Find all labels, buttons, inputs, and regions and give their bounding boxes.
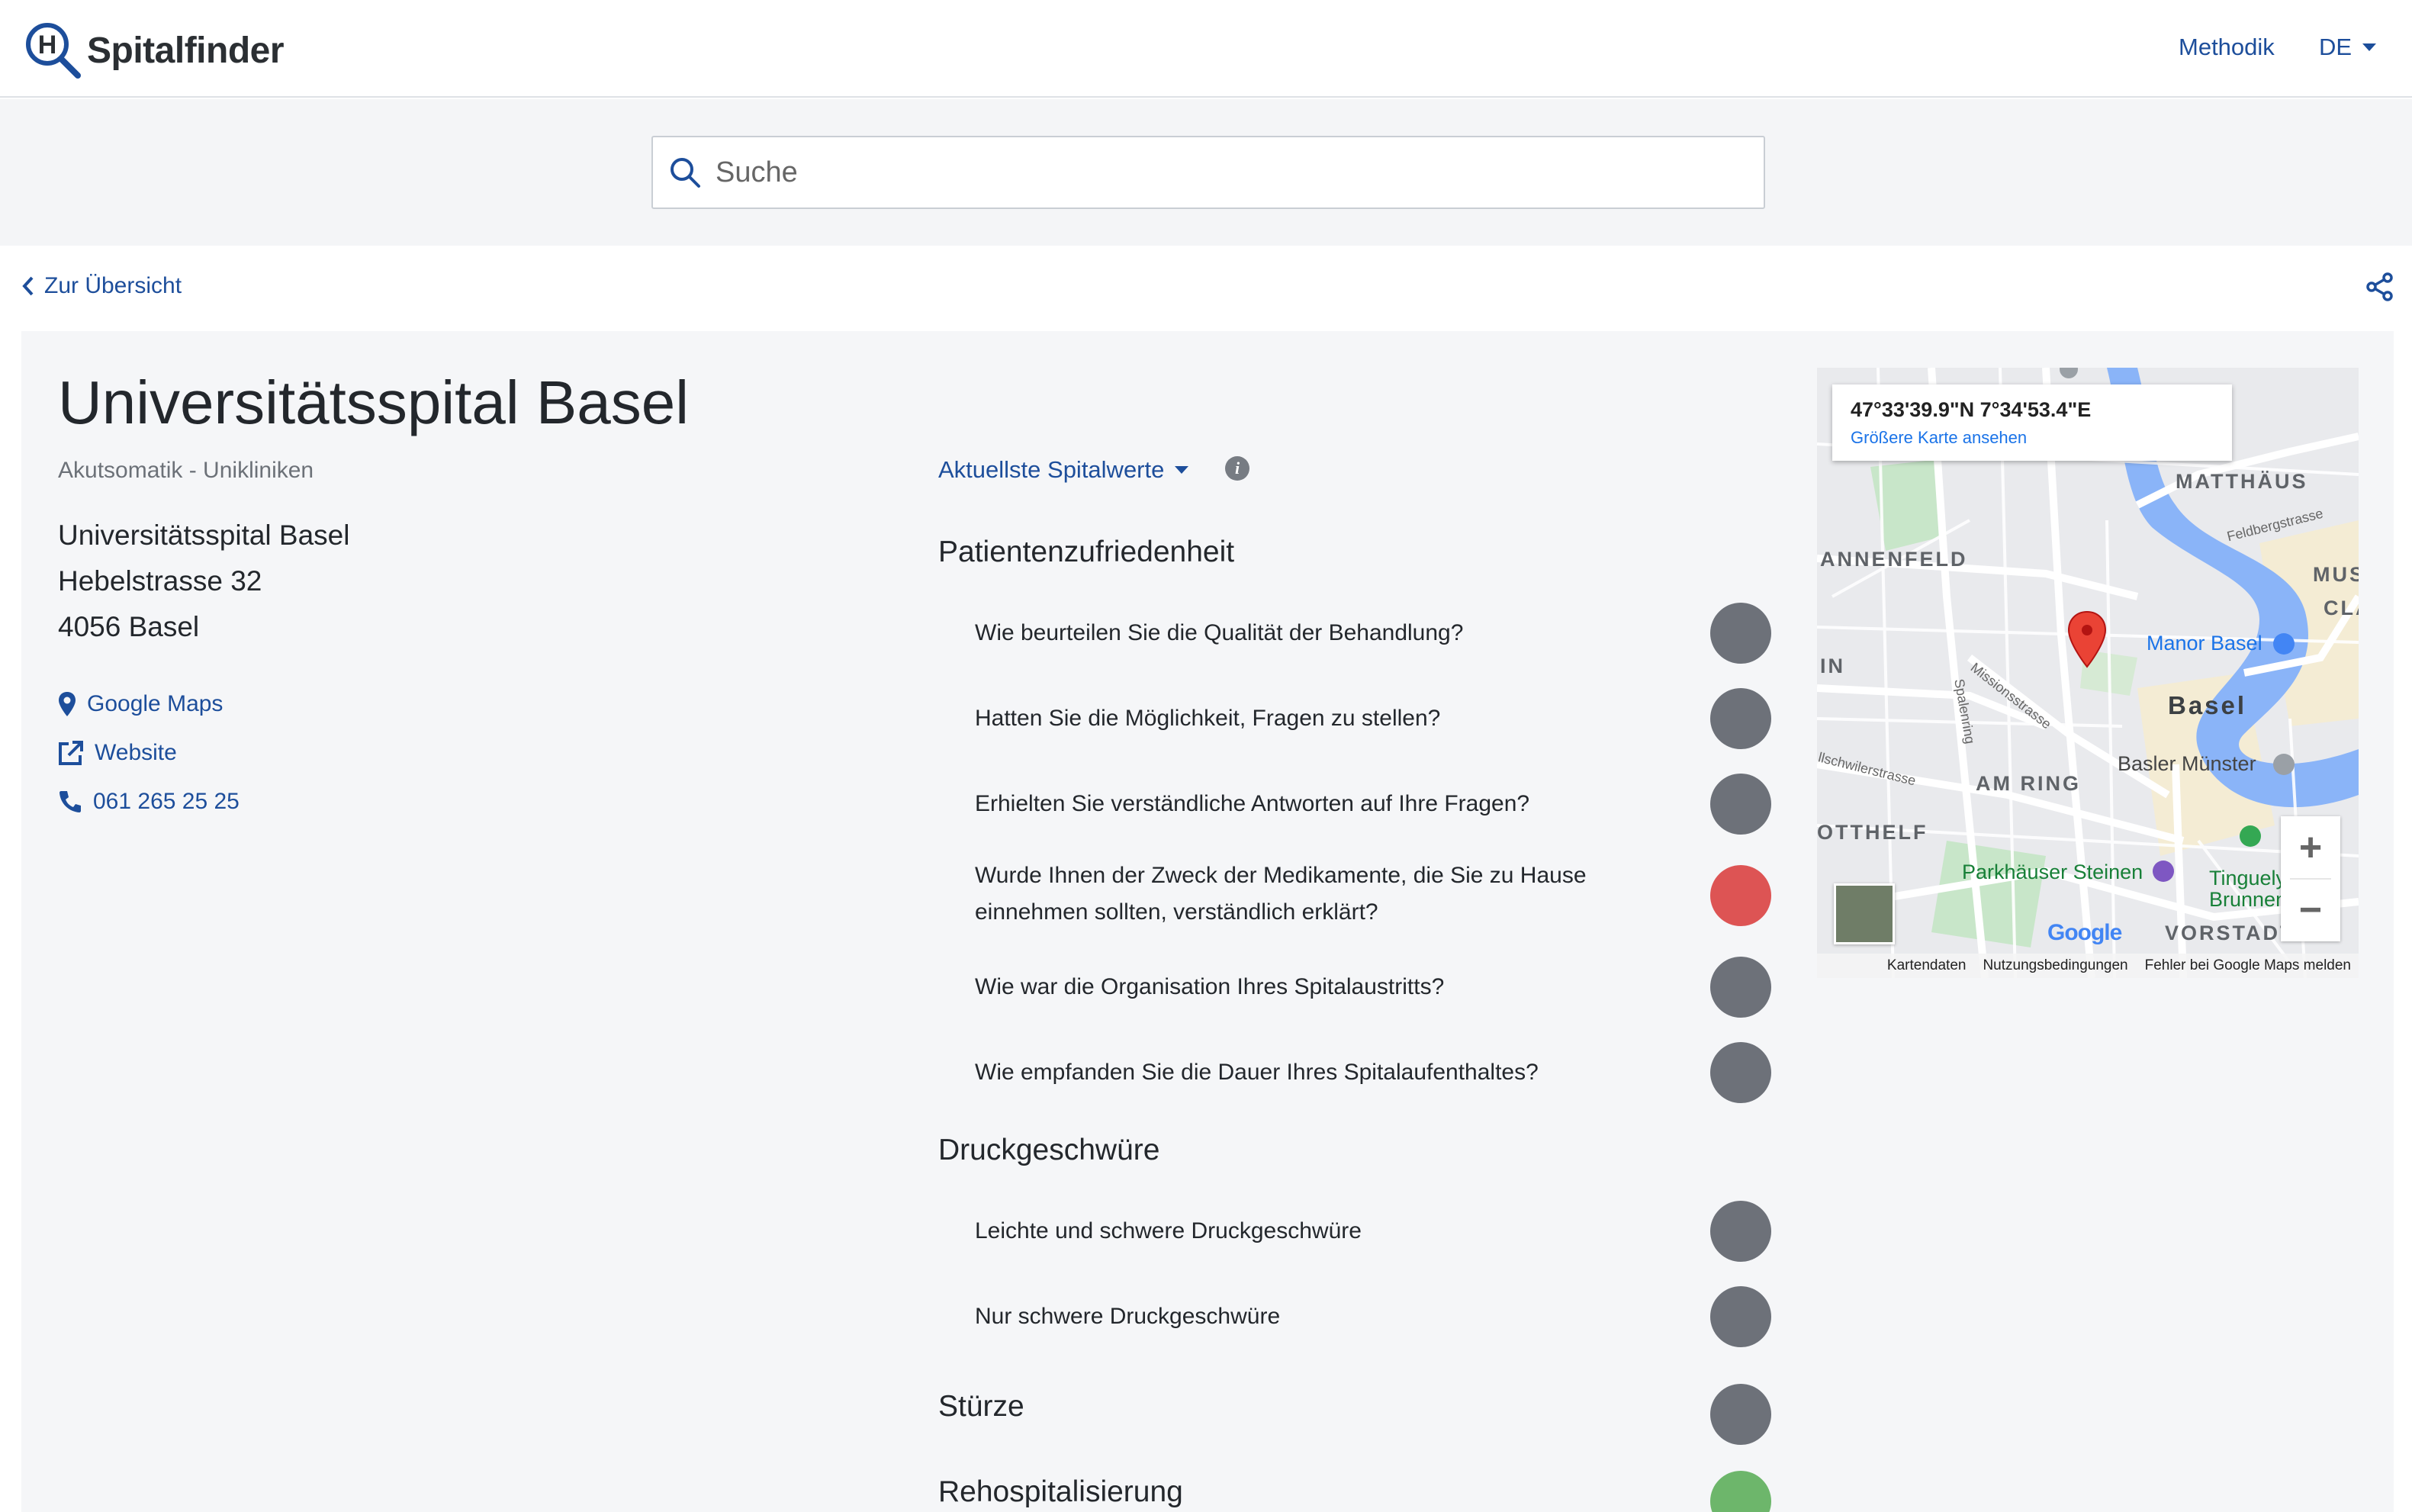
top-header: H Spitalfinder Methodik DE xyxy=(0,0,2412,98)
hospital-search-logo-icon: H xyxy=(21,20,82,81)
address-line: 4056 Basel xyxy=(58,611,200,642)
google-maps-link[interactable]: Google Maps xyxy=(58,691,223,717)
map-info-card: 47°33'39.9"N 7°34'53.4"E Größere Karte a… xyxy=(1832,384,2232,461)
status-dot-red xyxy=(1710,865,1771,926)
status-dot-grey xyxy=(1710,774,1771,835)
status-dot-grey xyxy=(1710,1042,1771,1103)
map-city-label: Basel xyxy=(2168,691,2247,719)
external-link-icon xyxy=(59,741,83,765)
metric-label: Wie empfanden Sie die Dauer Ihres Spital… xyxy=(975,1060,1539,1085)
search-band xyxy=(0,99,2412,246)
back-link-label: Zur Übersicht xyxy=(44,273,182,298)
phone-number: 061 265 25 25 xyxy=(93,789,240,814)
status-dot-grey xyxy=(1710,957,1771,1018)
website-label: Website xyxy=(95,740,177,765)
page-title: Universitätsspital Basel xyxy=(58,368,689,436)
status-dot-grey xyxy=(1710,1286,1771,1347)
metric-label: Erhielten Sie verständliche Antworten au… xyxy=(975,791,1530,816)
website-link[interactable]: Website xyxy=(58,740,177,766)
search-box[interactable] xyxy=(651,136,1765,209)
info-icon[interactable]: i xyxy=(1225,456,1249,481)
phone-icon xyxy=(59,791,81,812)
zoom-in-button[interactable]: + xyxy=(2281,816,2340,879)
map-coordinates: 47°33'39.9"N 7°34'53.4"E xyxy=(1851,398,2092,421)
google-maps-label: Google Maps xyxy=(87,691,224,716)
back-to-overview-link[interactable]: Zur Übersicht xyxy=(21,273,182,299)
embedded-map[interactable]: 47°33'39.9"N 7°34'53.4"E Größere Karte a… xyxy=(1817,368,2359,978)
status-dot-green xyxy=(1710,1471,1771,1512)
zoom-divider xyxy=(2290,878,2331,880)
map-footer: Kartendaten Nutzungsbedingungen Fehler b… xyxy=(1817,954,2359,978)
hospital-detail-panel: Universitätsspital Basel Akutsomatik - U… xyxy=(21,331,2394,1512)
address-line: Universitätsspital Basel xyxy=(58,520,350,551)
phone-link[interactable]: 061 265 25 25 xyxy=(58,789,240,815)
map-poi-label: Parkhäuser Steinen xyxy=(1962,861,2143,883)
language-label: DE xyxy=(2319,34,2353,60)
logo-text: Spitalfinder xyxy=(87,30,285,71)
hospital-category: Akutsomatik - Unikliniken xyxy=(58,458,314,483)
map-label: OTTHELF xyxy=(1817,821,1928,844)
nav-methodik-link[interactable]: Methodik xyxy=(2179,34,2275,61)
map-label: MUSTI xyxy=(2313,563,2359,586)
google-logo: Google xyxy=(2047,920,2122,945)
zoom-controls: + − xyxy=(2281,816,2340,941)
status-dot-grey xyxy=(1710,688,1771,749)
spitalfinder-logo[interactable]: H Spitalfinder xyxy=(21,20,285,81)
search-input[interactable] xyxy=(716,156,1707,189)
metric-label: Leichte und schwere Druckgeschwüre xyxy=(975,1218,1362,1243)
address-line: Hebelstrasse 32 xyxy=(58,565,262,597)
map-label: CLA xyxy=(2324,597,2359,619)
chevron-left-icon xyxy=(22,276,34,296)
section-heading: Stürze xyxy=(938,1390,1024,1423)
map-label: ANNENFELD xyxy=(1820,548,1968,571)
map-poi-label: Manor Basel xyxy=(2147,632,2262,655)
status-dot-grey xyxy=(1710,1384,1771,1445)
map-label: IN xyxy=(1820,655,1845,677)
language-dropdown[interactable]: DE xyxy=(2319,34,2377,61)
section-heading: Rehospitalisierung xyxy=(938,1475,1183,1508)
caret-down-icon xyxy=(1175,466,1189,474)
share-icon[interactable] xyxy=(2365,272,2395,302)
map-label: AM RING xyxy=(1976,772,2081,795)
section-heading: Patientenzufriedenheit xyxy=(938,536,1235,568)
map-terms-link[interactable]: Nutzungsbedingungen xyxy=(1983,957,2127,974)
svg-text:H: H xyxy=(38,31,57,60)
zoom-out-button[interactable]: − xyxy=(2281,879,2340,941)
map-pin-icon xyxy=(59,692,76,716)
larger-map-link[interactable]: Größere Karte ansehen xyxy=(1851,428,2214,448)
hospital-address: Universitätsspital Basel Hebelstrasse 32… xyxy=(58,513,349,650)
map-poi-label: Basler Münster xyxy=(2118,752,2256,775)
status-dot-grey xyxy=(1710,603,1771,664)
dropdown-label: Aktuellste Spitalwerte xyxy=(938,456,1165,483)
satellite-toggle[interactable] xyxy=(1834,883,1895,944)
metric-label: Wie war die Organisation Ihres Spitalaus… xyxy=(975,974,1445,999)
map-report-error-link[interactable]: Fehler bei Google Maps melden xyxy=(2145,957,2351,974)
metric-label: Wie beurteilen Sie die Qualität der Beha… xyxy=(975,620,1464,645)
map-label: MATTHÄUS xyxy=(2176,470,2308,493)
map-poi-label: Brunnen xyxy=(2209,888,2288,911)
section-heading: Druckgeschwüre xyxy=(938,1134,1160,1166)
search-icon xyxy=(671,158,700,188)
caret-down-icon xyxy=(2362,43,2377,51)
status-dot-grey xyxy=(1710,1201,1771,1262)
metric-label: Wurde Ihnen der Zweck der Medikamente, d… xyxy=(975,863,1587,925)
values-dropdown[interactable]: Aktuellste Spitalwerte xyxy=(938,456,1189,484)
metric-label: Nur schwere Druckgeschwüre xyxy=(975,1304,1281,1329)
metric-label: Hatten Sie die Möglichkeit, Fragen zu st… xyxy=(975,706,1441,731)
map-data-link[interactable]: Kartendaten xyxy=(1887,957,1967,974)
